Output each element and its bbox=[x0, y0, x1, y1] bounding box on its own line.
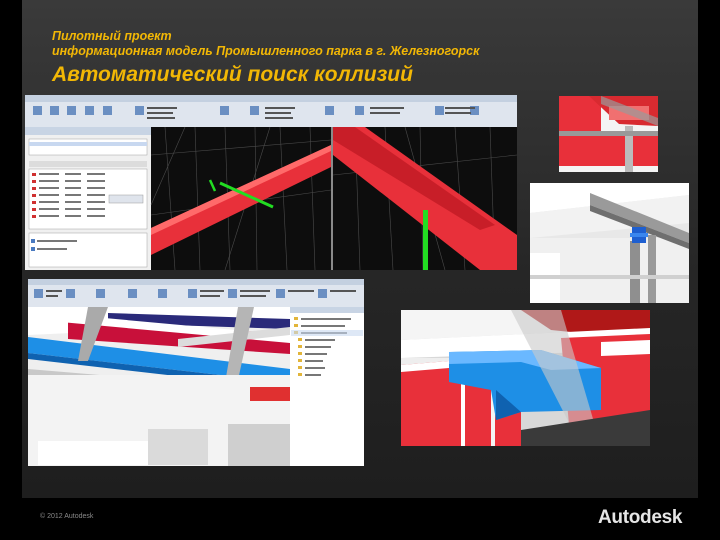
clash-detail-middle-right bbox=[530, 183, 689, 303]
copyright-text: © 2012 Autodesk bbox=[40, 513, 94, 520]
autodesk-logo: Autodesk bbox=[598, 507, 683, 528]
slide: Пилотный проект информационная модель Пр… bbox=[0, 0, 720, 540]
header-line-1: Пилотный проект bbox=[52, 29, 172, 43]
clash-detail-top-right bbox=[559, 96, 658, 172]
navisworks-screenshot-bottom bbox=[28, 279, 364, 466]
slide-title: Автоматический поиск коллизий bbox=[52, 63, 413, 86]
clash-detail-bottom-right bbox=[401, 310, 650, 446]
navisworks-screenshot-top bbox=[25, 95, 517, 270]
header-line-2: информационная модель Промышленного парк… bbox=[52, 44, 480, 58]
slide-header: Пилотный проект информационная модель Пр… bbox=[52, 29, 479, 88]
